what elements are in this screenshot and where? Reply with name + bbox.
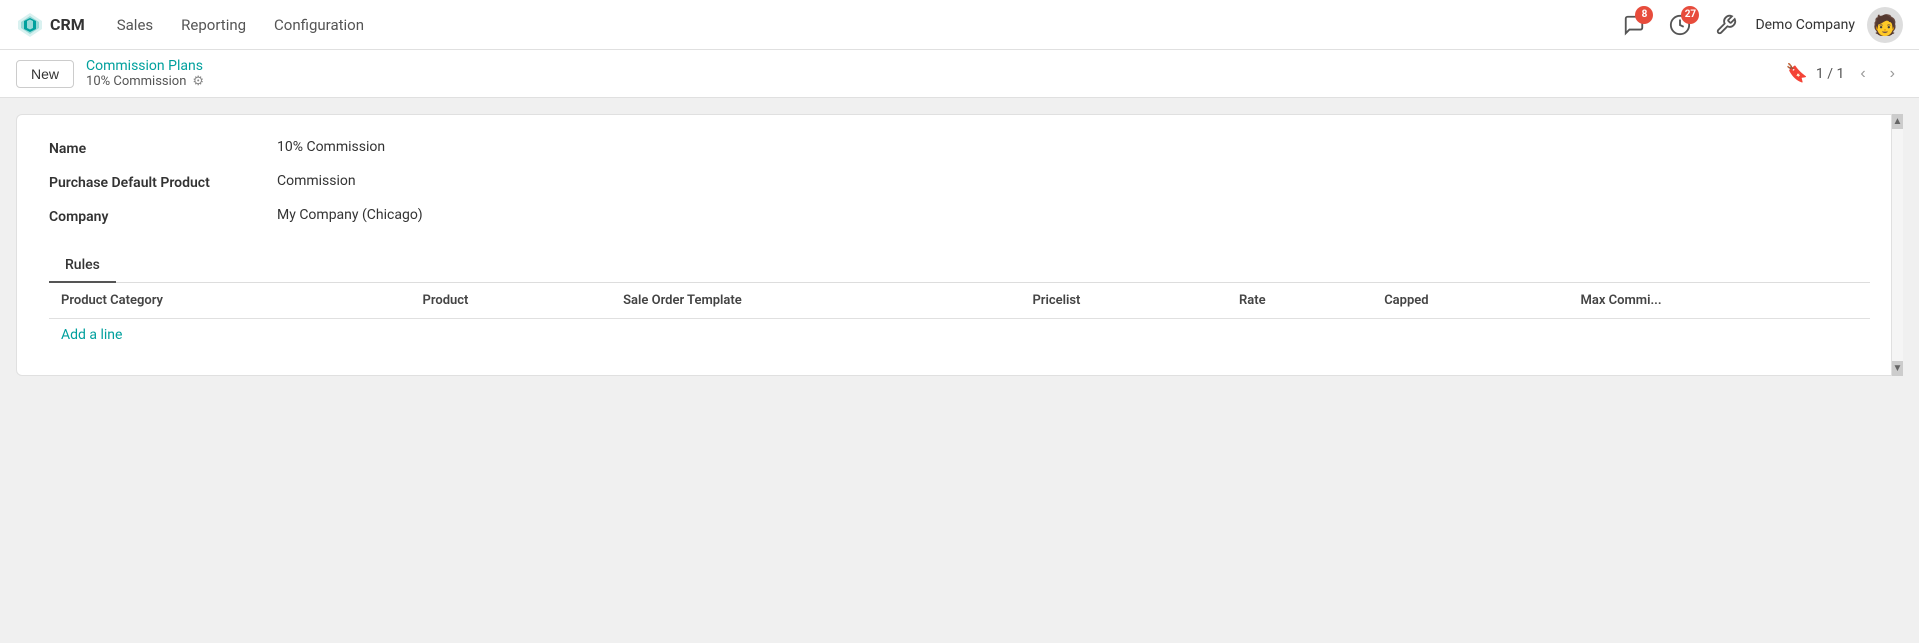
purchase-value[interactable]: Commission xyxy=(277,173,1870,191)
nav-reporting[interactable]: Reporting xyxy=(169,10,258,40)
breadcrumb-parent-link[interactable]: Commission Plans xyxy=(86,58,204,74)
col-rate: Rate xyxy=(1227,283,1372,319)
company-name: Demo Company xyxy=(1755,17,1855,33)
col-product-category: Product Category xyxy=(49,283,411,319)
app-name: CRM xyxy=(50,15,85,34)
company-label: Company xyxy=(49,207,269,225)
col-pricelist: Pricelist xyxy=(1020,283,1227,319)
messages-button[interactable]: 8 xyxy=(1617,8,1651,42)
activities-badge: 27 xyxy=(1681,6,1699,24)
nav-configuration[interactable]: Configuration xyxy=(262,10,376,40)
avatar-emoji: 🧑 xyxy=(1873,13,1898,37)
purchase-label: Purchase Default Product xyxy=(49,173,269,191)
scrollbar-down[interactable]: ▼ xyxy=(1892,361,1903,376)
gear-icon[interactable]: ⚙ xyxy=(192,74,204,89)
app-logo[interactable]: CRM xyxy=(16,11,85,39)
col-sale-order-template: Sale Order Template xyxy=(611,283,1020,319)
col-max-commission: Max Commi... xyxy=(1568,283,1870,319)
breadcrumb-current: 10% Commission ⚙ xyxy=(86,74,204,89)
prev-page-button[interactable]: ‹ xyxy=(1852,61,1873,87)
scrollbar-track: ▲ ▼ xyxy=(1891,114,1903,376)
new-button[interactable]: New xyxy=(16,60,74,88)
topnav-right: 8 27 Demo Company 🧑 xyxy=(1617,7,1903,43)
messages-badge: 8 xyxy=(1635,6,1653,24)
crm-logo-icon xyxy=(16,11,44,39)
add-line-link[interactable]: Add a line xyxy=(49,319,134,351)
form-tabs: Rules xyxy=(49,249,1870,283)
breadcrumb-current-label: 10% Commission xyxy=(86,74,186,89)
wrench-icon xyxy=(1715,14,1737,36)
next-page-button[interactable]: › xyxy=(1882,61,1903,87)
bookmark-icon[interactable]: 🔖 xyxy=(1785,63,1807,84)
breadcrumb: Commission Plans 10% Commission ⚙ xyxy=(86,58,204,89)
scrollbar-up[interactable]: ▲ xyxy=(1892,114,1903,129)
col-capped: Capped xyxy=(1372,283,1568,319)
form-card-wrapper: Name 10% Commission Purchase Default Pro… xyxy=(16,114,1903,376)
actionbar: New Commission Plans 10% Commission ⚙ 🔖 … xyxy=(0,50,1919,98)
col-product: Product xyxy=(411,283,612,319)
user-avatar[interactable]: 🧑 xyxy=(1867,7,1903,43)
settings-button[interactable] xyxy=(1709,8,1743,42)
form-fields: Name 10% Commission Purchase Default Pro… xyxy=(49,139,1870,225)
form-card: Name 10% Commission Purchase Default Pro… xyxy=(16,114,1903,376)
activities-button[interactable]: 27 xyxy=(1663,8,1697,42)
tab-rules[interactable]: Rules xyxy=(49,249,116,283)
rules-table: Product Category Product Sale Order Temp… xyxy=(49,283,1870,319)
name-label: Name xyxy=(49,139,269,157)
name-value[interactable]: 10% Commission xyxy=(277,139,1870,157)
page-count: 1 / 1 xyxy=(1816,66,1844,82)
nav-sales[interactable]: Sales xyxy=(105,10,165,40)
top-navigation: CRM Sales Reporting Configuration 8 27 D… xyxy=(0,0,1919,50)
main-content: Name 10% Commission Purchase Default Pro… xyxy=(0,98,1919,392)
actionbar-right: 🔖 1 / 1 ‹ › xyxy=(1785,61,1903,87)
nav-menu: Sales Reporting Configuration xyxy=(105,10,1598,40)
company-value[interactable]: My Company (Chicago) xyxy=(277,207,1870,225)
